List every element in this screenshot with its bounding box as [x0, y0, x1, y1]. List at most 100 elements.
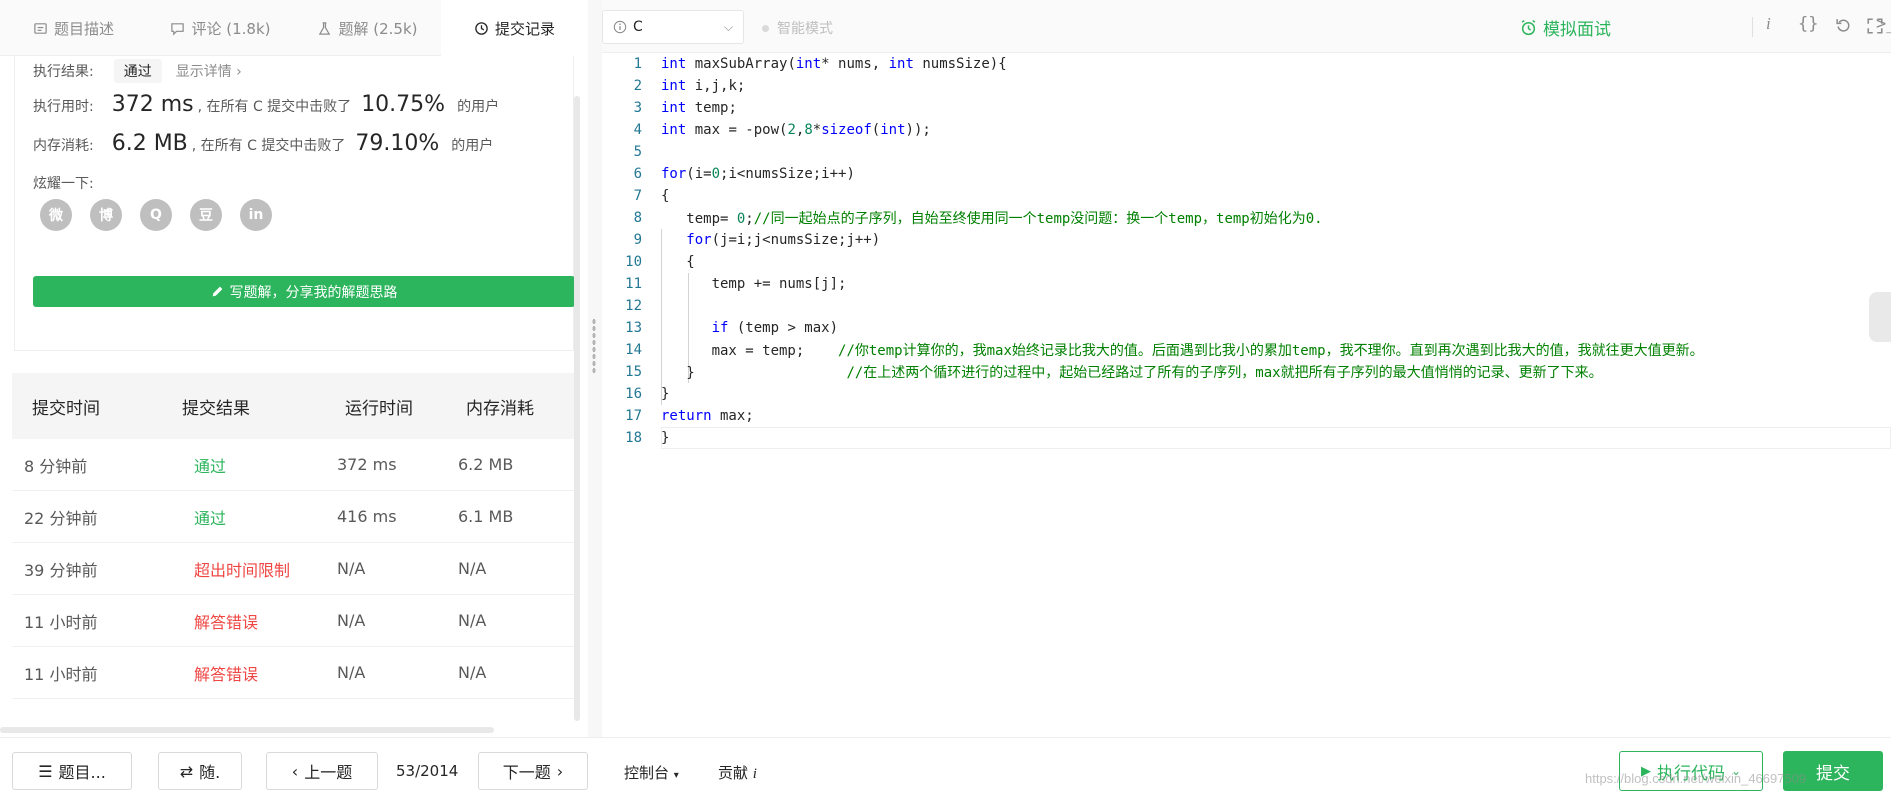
row-result[interactable]: 超出时间限制 [162, 557, 325, 581]
line-number: 14 [625, 342, 642, 358]
vertical-scrollbar[interactable] [574, 96, 580, 721]
code-text: temp= 0;//同一起始点的子序列，自始至终使用同一个temp没问题：换一个… [661, 211, 1323, 227]
reset-icon[interactable] [1835, 17, 1852, 34]
code-line: 11 temp += nums[j]; [602, 273, 846, 295]
alarm-clock-icon [1521, 19, 1536, 36]
contribute-button[interactable]: 贡献 i [718, 762, 757, 783]
tab-comments[interactable]: 评论 (1.8k) [147, 0, 294, 56]
code-line: 3 int temp; [602, 97, 737, 119]
weibo-icon[interactable]: 博 [90, 199, 122, 231]
code-text: int max = -pow(2,8*sizeof(int)); [661, 122, 931, 138]
result-card: 执行结果: 通过 显示详情 › 执行用时: 372 ms , 在所有 C 提交中… [14, 56, 575, 351]
fullscreen-icon[interactable] [1866, 17, 1884, 35]
code-editor[interactable]: 1 int maxSubArray(int* nums, int numsSize… [602, 53, 1891, 737]
code-text: int i,j,k; [661, 78, 746, 94]
code-text: } [661, 430, 670, 446]
code-text: return max; [661, 408, 754, 424]
line-number: 17 [625, 408, 642, 424]
console-label: 控制台 [624, 764, 670, 782]
write-solution-button[interactable]: 写题解，分享我的解题思路 [33, 276, 575, 307]
list-icon: ☰ [38, 761, 53, 781]
horizontal-scrollbar[interactable] [0, 727, 494, 733]
wechat-icon[interactable]: 微 [40, 199, 72, 231]
line-number: 2 [633, 78, 642, 94]
caret-down-icon: ▾ [673, 770, 679, 781]
show-details-link[interactable]: 显示详情 › [176, 61, 242, 81]
row-memory: N/A [458, 663, 487, 682]
editor-toolbar: C ⌵ 智能模式 模拟面试 i {} >_ [602, 0, 1891, 53]
code-line: 1 int maxSubArray(int* nums, int numsSize… [602, 53, 1007, 75]
share-row: 炫耀一下: [33, 173, 94, 193]
doc-icon [34, 22, 47, 34]
status-badge: 通过 [113, 59, 162, 83]
next-problem-button[interactable]: 下一题 › [478, 752, 588, 790]
line-number: 5 [633, 144, 642, 160]
smart-mode-label: 智能模式 [777, 21, 833, 37]
status-row: 执行结果: 通过 显示详情 › [33, 59, 242, 83]
problem-list-button[interactable]: ☰ 题目... [12, 752, 132, 790]
table-row[interactable]: 11 小时前 解答错误 N/A N/A [12, 647, 574, 699]
code-line: 7{ [602, 185, 670, 207]
row-time: 39 分钟前 [24, 560, 98, 580]
submit-label: 提交 [1816, 763, 1850, 784]
row-time: 8 分钟前 [24, 456, 88, 476]
table-row[interactable]: 39 分钟前 超出时间限制 N/A N/A [12, 543, 574, 595]
code-text: } //在上述两个循环进行的过程中，起始已经路过了所有的子序列，max就把所有子… [661, 365, 1603, 381]
prev-label: 上一题 [304, 763, 353, 782]
status-label: 执行结果: [33, 64, 94, 80]
code-line: 8 temp= 0;//同一起始点的子序列，自始至终使用同一个temp没问题：换… [602, 207, 1323, 229]
mock-interview-label: 模拟面试 [1543, 20, 1611, 40]
pencil-icon [212, 286, 222, 297]
line-number: 3 [633, 100, 642, 116]
row-result[interactable]: 解答错误 [162, 609, 325, 633]
line-number: 8 [633, 210, 642, 226]
braces-icon[interactable]: {} [1798, 14, 1818, 34]
contribute-label: 贡献 [718, 764, 749, 782]
tab-solutions[interactable]: 题解 (2.5k) [294, 0, 441, 56]
row-result[interactable]: 通过 [162, 453, 325, 477]
table-row[interactable]: 8 分钟前 通过 372 ms 6.2 MB [12, 439, 574, 491]
info-circle-icon [613, 20, 627, 34]
row-result[interactable]: 解答错误 [162, 661, 325, 685]
side-panel-tab[interactable] [1869, 292, 1891, 342]
code-text: for(i=0;i<numsSize;i++) [661, 166, 855, 182]
problem-progress: 53/2014 [396, 762, 459, 780]
row-memory: 6.2 MB [458, 455, 514, 474]
memory-percent: 79.10% [355, 131, 440, 156]
tab-submissions[interactable]: 提交记录 [441, 0, 588, 57]
memory-row: 内存消耗: 6.2 MB , 在所有 C 提交中击败了 79.10% 的用户 [33, 131, 493, 156]
watermark: https://blog.csdn.net/weixin_46697509 [1585, 771, 1807, 786]
drag-handle-icon[interactable] [592, 318, 596, 374]
prev-problem-button[interactable]: ‹ 上一题 [266, 752, 378, 790]
table-row[interactable]: 22 分钟前 通过 416 ms 6.1 MB [12, 491, 574, 543]
problem-list-label: 题目... [58, 763, 106, 782]
language-select[interactable]: C ⌵ [602, 10, 744, 44]
code-line: 9 for(j=i;j<numsSize;j++) [602, 229, 881, 251]
language-value: C [633, 19, 643, 35]
line-number: 7 [633, 188, 642, 204]
douban-icon[interactable]: 豆 [190, 199, 222, 231]
code-text: int temp; [661, 100, 737, 116]
info-icon[interactable]: i [1766, 14, 1771, 34]
memory-label: 内存消耗: [33, 138, 94, 154]
smart-mode-toggle[interactable]: 智能模式 [762, 18, 833, 38]
row-memory: N/A [458, 611, 487, 630]
code-line: 5 [602, 141, 642, 163]
current-line-highlight [661, 427, 1891, 449]
code-line: 13 if (temp > max) [602, 317, 838, 339]
code-line: 12 [602, 295, 642, 317]
row-runtime: N/A [337, 611, 366, 630]
console-toggle[interactable]: 控制台 ▾ [624, 762, 679, 783]
line-number: 9 [633, 232, 642, 248]
runtime-percent: 10.75% [361, 92, 446, 117]
runtime-text: , 在所有 C 提交中击败了 [197, 99, 352, 115]
code-line: 2 int i,j,k; [602, 75, 746, 97]
row-result[interactable]: 通过 [162, 505, 325, 529]
memory-value: 6.2 MB [111, 131, 188, 156]
table-row[interactable]: 11 小时前 解答错误 N/A N/A [12, 595, 574, 647]
linkedin-icon[interactable]: in [240, 199, 272, 231]
mock-interview-button[interactable]: 模拟面试 [1520, 15, 1611, 40]
random-button[interactable]: ⇄ 随. [158, 752, 242, 790]
qq-icon[interactable]: Q [140, 199, 172, 231]
tab-description[interactable]: 题目描述 [0, 0, 147, 56]
